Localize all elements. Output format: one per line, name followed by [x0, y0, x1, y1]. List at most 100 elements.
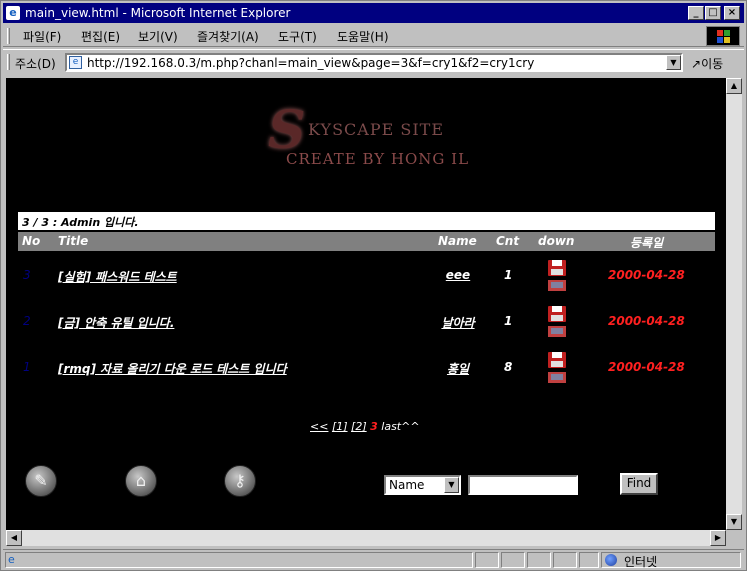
row-title-link[interactable]: [금] 안축 유틸 입니다. [58, 314, 174, 331]
row-date: 2000-04-28 [608, 268, 685, 282]
col-title: Title [58, 234, 89, 248]
status-bar: e 인터넷 [3, 549, 744, 569]
row-date: 2000-04-28 [608, 314, 685, 328]
go-arrow-icon: ↗ [691, 57, 702, 71]
chevron-down-icon[interactable]: ▼ [444, 477, 459, 493]
col-date: 등록일 [630, 236, 664, 250]
pager-prev-link[interactable]: << [310, 420, 328, 433]
table-header: No Title Name Cnt down 등록일 [18, 232, 715, 251]
pager-page-2[interactable]: [2] [351, 420, 367, 433]
scroll-corner [726, 530, 742, 546]
status-panel [579, 552, 599, 568]
pager-current-page: 3 [370, 420, 378, 433]
row-count: 1 [504, 268, 513, 282]
download-icon[interactable] [546, 306, 568, 342]
table-row: 3 [실험] 패스워드 테스트 eee 1 2000-04-28 [18, 260, 715, 300]
window-title: main_view.html - Microsoft Internet Expl… [25, 6, 291, 20]
pagination: << [1] [2] 3 last^^ [310, 420, 420, 433]
page-status-icon: e [8, 553, 15, 566]
floppy-icon [548, 352, 566, 368]
col-name: Name [438, 234, 477, 248]
status-main: e [5, 552, 473, 568]
floppy-icon [548, 306, 566, 322]
floppy-icon [548, 326, 566, 337]
address-url[interactable]: http://192.168.0.3/m.php?chanl=main_view… [87, 56, 534, 70]
status-zone: 인터넷 [601, 552, 741, 569]
ie-icon: e [6, 6, 20, 20]
row-no: 1 [23, 360, 31, 374]
status-panel [501, 552, 525, 568]
address-bar: 주소(D) e http://192.168.0.3/m.php?chanl=m… [3, 49, 744, 73]
logo-line-2: CREATE BY HONG IL [286, 150, 470, 168]
globe-icon [605, 554, 617, 566]
row-title-link[interactable]: [rmq] 자료 올리기 다운 로드 테스트 입니다 [58, 360, 287, 377]
status-panel [527, 552, 551, 568]
vertical-scrollbar[interactable]: ▲ ▼ [726, 78, 742, 530]
menu-file[interactable]: 파일(F) [23, 28, 61, 45]
maximize-button[interactable]: □ [705, 6, 721, 20]
row-author-link[interactable]: 날아라 [430, 314, 486, 331]
address-dropdown-button[interactable]: ▼ [666, 55, 681, 70]
search-field-value: Name [389, 478, 425, 492]
col-down: down [538, 234, 575, 248]
go-button[interactable]: ↗이동 [691, 55, 723, 72]
menu-bar: 파일(F) 편집(E) 보기(V) 즐겨찾기(A) 도구(T) 도움말(H) [3, 25, 744, 47]
address-label: 주소(D) [15, 57, 56, 71]
col-no: No [22, 234, 41, 248]
browser-window: e main_view.html - Microsoft Internet Ex… [0, 0, 747, 571]
horizontal-scrollbar[interactable]: ◀ ▶ [6, 530, 726, 546]
home-button[interactable]: ⌂ [125, 465, 157, 497]
row-author-link[interactable]: 홍일 [430, 360, 486, 377]
key-icon: ⚷ [234, 471, 246, 490]
row-count: 1 [504, 314, 513, 328]
row-author-link[interactable]: eee [430, 268, 486, 282]
menu-tools[interactable]: 도구(T) [278, 28, 317, 45]
download-icon[interactable] [546, 260, 568, 296]
scroll-down-button[interactable]: ▼ [726, 514, 742, 530]
windows-logo-icon [706, 26, 740, 46]
row-count: 8 [504, 360, 513, 374]
login-button[interactable]: ⚷ [224, 465, 256, 497]
page-icon: e [69, 56, 82, 69]
site-logo: S KYSCAPE SITE CREATE BY HONG IL [268, 100, 468, 172]
status-panel [553, 552, 577, 568]
menu-help[interactable]: 도움말(H) [337, 28, 389, 45]
floppy-icon [548, 372, 566, 383]
search-field-select[interactable]: Name ▼ [384, 475, 461, 495]
minimize-button[interactable]: _ [688, 6, 704, 20]
col-cnt: Cnt [496, 234, 520, 248]
menu-favorites[interactable]: 즐겨찾기(A) [197, 28, 259, 45]
floppy-icon [548, 260, 566, 276]
table-row: 2 [금] 안축 유틸 입니다. 날아라 1 2000-04-28 [18, 306, 715, 346]
pencil-icon: ✎ [34, 471, 48, 490]
menu-view[interactable]: 보기(V) [138, 28, 178, 45]
pager-last[interactable]: last^^ [381, 420, 419, 433]
scroll-left-button[interactable]: ◀ [6, 530, 22, 546]
floppy-icon [548, 280, 566, 291]
title-bar: e main_view.html - Microsoft Internet Ex… [3, 3, 744, 23]
toolbar-grip [7, 54, 10, 70]
page-content: S KYSCAPE SITE CREATE BY HONG IL 3 / 3 :… [6, 78, 726, 530]
scroll-up-button[interactable]: ▲ [726, 78, 742, 94]
board-info: 3 / 3 : Admin 입니다. [18, 212, 715, 230]
zone-label: 인터넷 [624, 555, 658, 569]
scroll-right-button[interactable]: ▶ [710, 530, 726, 546]
download-icon[interactable] [546, 352, 568, 388]
write-button[interactable]: ✎ [25, 465, 57, 497]
pager-page-1[interactable]: [1] [332, 420, 348, 433]
menu-edit[interactable]: 편집(E) [81, 28, 120, 45]
close-button[interactable]: × [724, 6, 740, 20]
row-no: 2 [23, 314, 31, 328]
row-title-link[interactable]: [실험] 패스워드 테스트 [58, 268, 177, 285]
row-no: 3 [23, 268, 31, 282]
status-panel [475, 552, 499, 568]
address-input[interactable]: e http://192.168.0.3/m.php?chanl=main_vi… [65, 53, 683, 72]
go-label: 이동 [701, 57, 724, 71]
find-button[interactable]: Find [620, 473, 658, 495]
logo-line-1: KYSCAPE SITE [308, 120, 445, 139]
table-row: 1 [rmq] 자료 올리기 다운 로드 테스트 입니다 홍일 8 2000-0… [18, 352, 715, 392]
search-input[interactable] [468, 475, 578, 495]
row-date: 2000-04-28 [608, 360, 685, 374]
toolbar-grip [7, 28, 10, 44]
home-icon: ⌂ [135, 471, 147, 490]
